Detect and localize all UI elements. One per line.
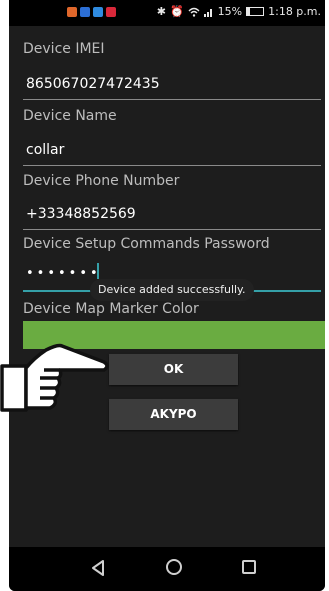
marker-color-label: Device Map Marker Color bbox=[23, 301, 199, 317]
status-bar: ✱ ⏰ 15% 1:18 p.m. bbox=[9, 0, 325, 26]
recent-apps-icon[interactable] bbox=[242, 560, 256, 574]
phone-screen: ✱ ⏰ 15% 1:18 p.m. Device IMEI 8650670274… bbox=[9, 0, 325, 591]
signal-icon bbox=[203, 8, 212, 17]
notification-app-icon bbox=[67, 7, 77, 17]
battery-percent: 15% bbox=[217, 5, 243, 18]
name-field[interactable]: collar bbox=[26, 142, 64, 158]
cancel-button[interactable]: AKYPO bbox=[109, 399, 238, 430]
imei-underline bbox=[23, 99, 321, 100]
navigation-bar bbox=[9, 547, 325, 591]
imei-label: Device IMEI bbox=[23, 41, 105, 57]
back-icon[interactable] bbox=[90, 559, 106, 577]
status-indicators: ✱ ⏰ 15% 1:18 p.m. bbox=[157, 5, 321, 18]
notification-icons bbox=[67, 7, 116, 17]
wifi-icon bbox=[188, 7, 200, 17]
text-cursor bbox=[97, 263, 99, 279]
name-underline bbox=[23, 165, 321, 166]
name-label: Device Name bbox=[23, 108, 117, 124]
ok-button[interactable]: OK bbox=[109, 354, 238, 385]
alarm-icon: ⏰ bbox=[169, 5, 184, 18]
password-label: Device Setup Commands Password bbox=[23, 236, 270, 252]
phone-label: Device Phone Number bbox=[23, 173, 180, 189]
imei-field[interactable]: 865067027472435 bbox=[26, 76, 160, 92]
phone-underline bbox=[23, 229, 321, 230]
bluetooth-icon: ✱ bbox=[156, 5, 166, 18]
clock: 1:18 p.m. bbox=[268, 5, 321, 18]
home-icon[interactable] bbox=[166, 559, 182, 575]
password-field[interactable]: ••••••• bbox=[26, 266, 101, 281]
pointing-hand-icon bbox=[0, 343, 109, 412]
notification-app-icon bbox=[80, 7, 90, 17]
notification-app-icon bbox=[93, 7, 103, 17]
battery-icon bbox=[246, 7, 265, 16]
phone-field[interactable]: +33348852569 bbox=[26, 206, 136, 222]
device-form: Device IMEI 865067027472435 Device Name … bbox=[9, 26, 325, 547]
notification-app-icon bbox=[106, 7, 116, 17]
toast-message: Device added successfully. bbox=[90, 279, 254, 301]
